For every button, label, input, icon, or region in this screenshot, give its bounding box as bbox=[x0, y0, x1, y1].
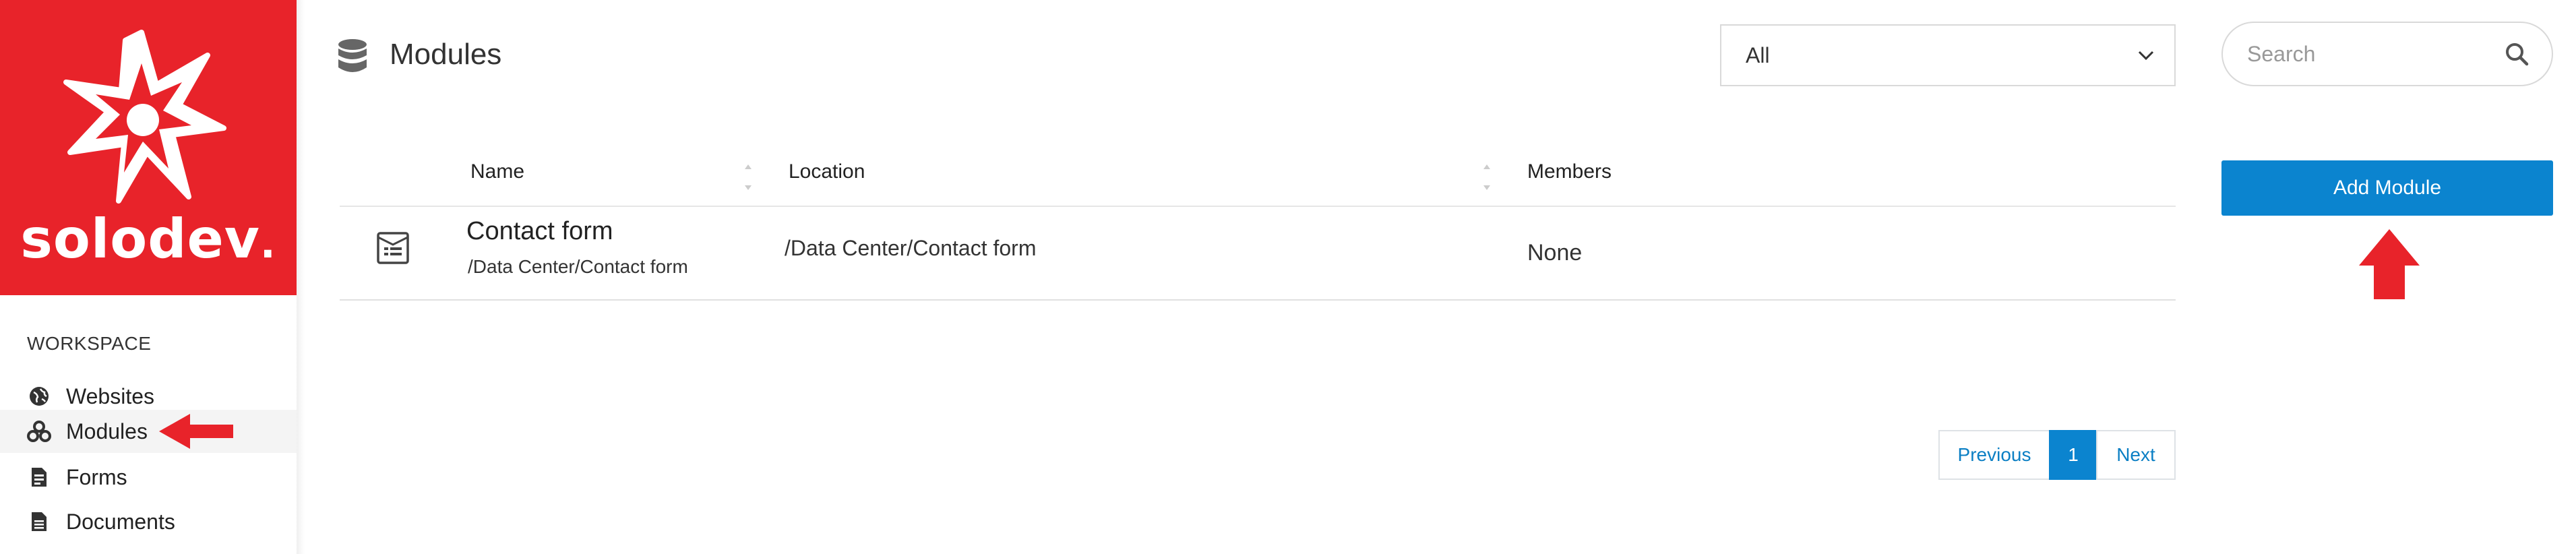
search-icon[interactable] bbox=[2505, 42, 2529, 66]
sidebar-item-label: Forms bbox=[66, 464, 127, 489]
table-row-divider bbox=[340, 299, 2176, 301]
column-header-name[interactable]: Name bbox=[470, 160, 524, 183]
filter-select[interactable]: All bbox=[1720, 24, 2176, 86]
annotation-arrow-left-icon bbox=[159, 414, 233, 449]
module-name-link[interactable]: Contact form bbox=[466, 217, 613, 246]
search-input[interactable]: Search bbox=[2221, 22, 2553, 86]
sidebar-item-label: Documents bbox=[66, 509, 175, 534]
cubes-icon bbox=[26, 418, 53, 445]
star-logo-icon bbox=[63, 30, 226, 204]
database-icon bbox=[338, 39, 367, 72]
sidebar-divider bbox=[297, 0, 305, 554]
module-location: /Data Center/Contact form bbox=[785, 236, 1037, 260]
add-module-button[interactable]: Add Module bbox=[2221, 160, 2553, 216]
document-icon bbox=[26, 508, 53, 535]
column-header-location[interactable]: Location bbox=[789, 160, 865, 183]
logo-wordmark: solodev. bbox=[20, 208, 276, 270]
sidebar-item-documents[interactable]: Documents bbox=[0, 500, 297, 543]
sidebar: solodev. WORKSPACE Websites Modules Form… bbox=[0, 0, 297, 554]
table-header-divider bbox=[340, 206, 2176, 207]
sidebar-item-modules[interactable]: Modules bbox=[0, 410, 297, 453]
solodev-logo[interactable]: solodev. bbox=[0, 0, 297, 295]
filter-selected-value: All bbox=[1746, 42, 1770, 67]
module-members: None bbox=[1527, 240, 1583, 266]
column-header-members[interactable]: Members bbox=[1527, 160, 1612, 183]
search-placeholder: Search bbox=[2247, 42, 2316, 66]
sort-icon[interactable] bbox=[743, 162, 754, 193]
globe-icon bbox=[26, 383, 53, 410]
sidebar-item-label: Websites bbox=[66, 383, 155, 408]
module-path: /Data Center/Contact form bbox=[468, 256, 688, 277]
annotation-arrow-up-icon bbox=[2359, 229, 2420, 299]
page-title: Modules bbox=[390, 38, 502, 71]
sidebar-item-forms[interactable]: Forms bbox=[0, 456, 297, 499]
pagination: Previous 1 Next bbox=[1938, 430, 2176, 480]
sidebar-item-label: Modules bbox=[66, 419, 148, 443]
module-icon bbox=[377, 232, 409, 264]
page-1-button[interactable]: 1 bbox=[2049, 430, 2097, 480]
form-icon bbox=[26, 464, 53, 491]
chevron-down-icon bbox=[2138, 51, 2154, 61]
workspace-label: WORKSPACE bbox=[27, 333, 152, 354]
previous-page-button[interactable]: Previous bbox=[1938, 430, 2050, 480]
sort-icon[interactable] bbox=[1481, 162, 1492, 193]
next-page-button[interactable]: Next bbox=[2096, 430, 2176, 480]
